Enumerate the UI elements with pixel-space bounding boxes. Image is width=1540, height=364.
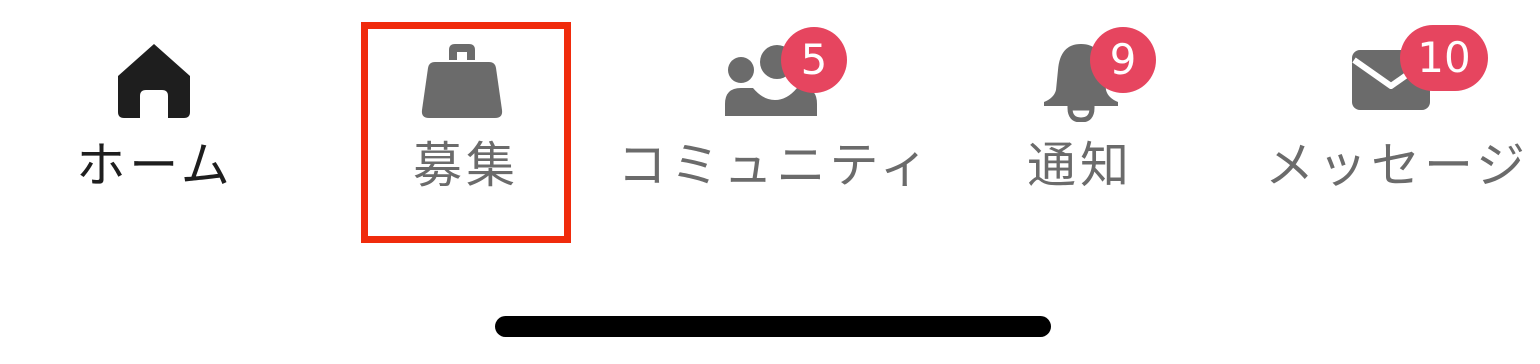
tab-notifications[interactable]: 9 通知: [1020, 0, 1156, 240]
tab-notifications-label: 通知: [1026, 137, 1133, 194]
tab-recruit-label: 募集: [412, 137, 519, 194]
bag-icon: [421, 42, 503, 132]
notifications-badge: 9: [1090, 27, 1156, 93]
home-icon: [116, 42, 192, 132]
tab-home[interactable]: ホーム: [60, 0, 250, 240]
tab-home-label: ホーム: [76, 137, 234, 194]
community-badge: 5: [781, 27, 847, 93]
tab-messages[interactable]: 10 メッセージ: [1262, 0, 1532, 240]
tab-messages-label: メッセージ: [1264, 137, 1530, 194]
tab-community-label: コミュニティ: [617, 137, 933, 194]
tab-recruit[interactable]: 募集: [366, 0, 566, 240]
bottom-tab-bar: ホーム 募集 5 コミュニティ 9 通知 10 メッセージ: [0, 0, 1540, 260]
messages-badge: 10: [1400, 25, 1488, 91]
home-indicator[interactable]: [495, 316, 1051, 337]
tab-community[interactable]: 5 コミュニティ: [615, 0, 935, 240]
